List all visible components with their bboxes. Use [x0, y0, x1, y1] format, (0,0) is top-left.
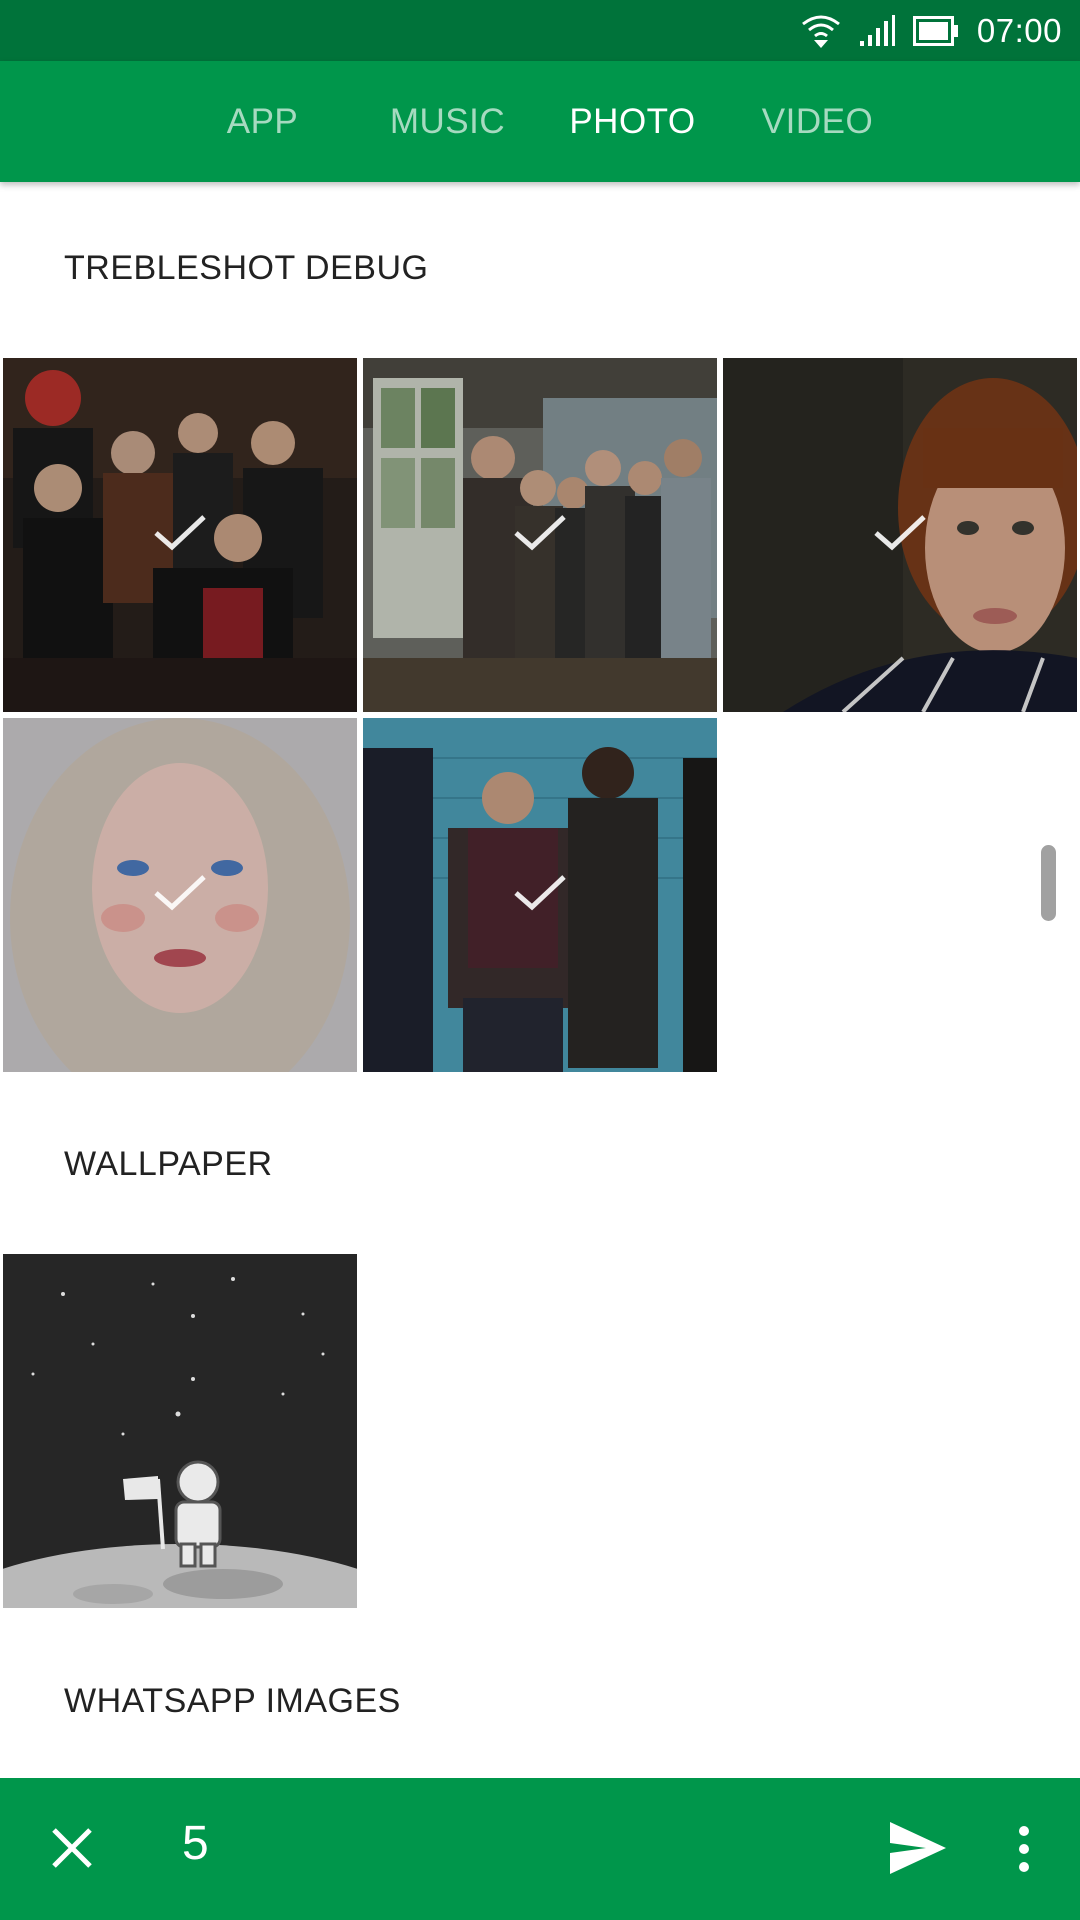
photo-thumbnail[interactable] [363, 718, 717, 1072]
check-icon [154, 515, 206, 551]
tab-music[interactable]: MUSIC [355, 61, 540, 182]
clock: 07:00 [976, 11, 1062, 49]
check-icon [874, 515, 926, 551]
tab-app[interactable]: APP [170, 61, 355, 182]
section-title: TREBLESHOT DEBUG [64, 249, 429, 287]
signal-icon [859, 14, 895, 46]
photo-thumbnail[interactable] [363, 358, 717, 712]
tab-video[interactable]: VIDEO [725, 61, 910, 182]
photo-thumbnail[interactable] [3, 718, 357, 1072]
selection-action-bar: 5 [0, 1778, 1080, 1920]
check-icon [514, 875, 566, 911]
battery-icon [912, 15, 958, 46]
section-title: WALLPAPER [64, 1145, 273, 1183]
send-icon[interactable] [888, 1820, 948, 1876]
close-icon[interactable] [48, 1824, 96, 1872]
photo-image [3, 1254, 357, 1608]
check-icon [154, 875, 206, 911]
scrollbar-thumb[interactable] [1041, 845, 1056, 921]
check-icon [514, 515, 566, 551]
tab-bar: APP MUSIC PHOTO VIDEO [0, 61, 1080, 182]
photo-thumbnail[interactable] [3, 358, 357, 712]
photo-thumbnail[interactable] [723, 358, 1077, 712]
photo-thumbnail[interactable] [3, 1254, 357, 1608]
status-bar: 07:00 [0, 0, 1080, 61]
wifi-icon [801, 15, 840, 48]
status-icons: 07:00 [801, 0, 1062, 61]
more-vert-icon[interactable] [1010, 1824, 1038, 1874]
section-title: WHATSAPP IMAGES [64, 1682, 401, 1720]
selected-count: 5 [182, 1817, 209, 1870]
tab-photo[interactable]: PHOTO [540, 61, 725, 182]
